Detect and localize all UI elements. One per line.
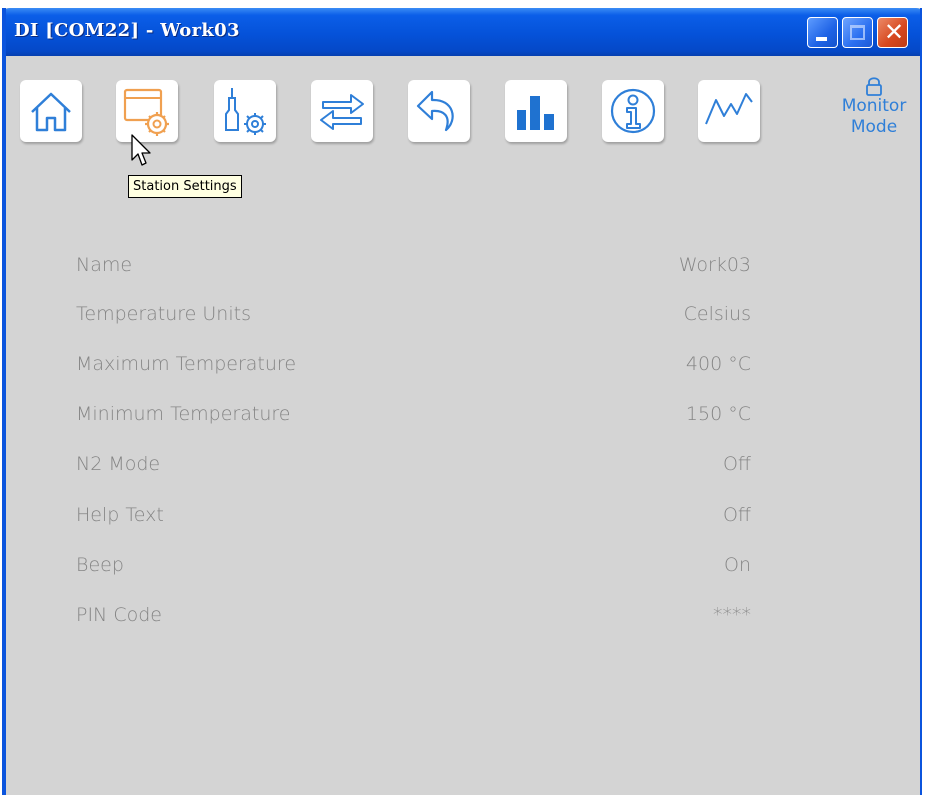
graph-button[interactable]: [698, 80, 760, 142]
setting-row-temperature-units[interactable]: Temperature Units Celsius: [76, 303, 751, 333]
statistics-icon: [517, 96, 554, 130]
setting-label: Help Text: [76, 504, 164, 526]
transfer-icon: [320, 94, 364, 130]
setting-row-beep[interactable]: Beep On: [76, 554, 751, 584]
tool-settings-icon: [225, 88, 266, 135]
station-settings-button[interactable]: [116, 80, 178, 142]
setting-row-pin-code[interactable]: PIN Code ****: [76, 604, 751, 634]
monitor-mode-line2: Mode: [850, 117, 898, 137]
setting-row-name[interactable]: Name Work03: [76, 254, 751, 284]
maximize-button[interactable]: [842, 17, 873, 48]
setting-label: Temperature Units: [76, 303, 251, 325]
setting-row-n2-mode[interactable]: N2 Mode Off: [76, 453, 751, 483]
setting-value: Celsius: [683, 303, 751, 325]
mouse-cursor-icon: [131, 134, 151, 166]
transfer-button[interactable]: [311, 80, 373, 142]
station-settings-icon: [123, 88, 169, 136]
info-button[interactable]: [602, 80, 664, 142]
setting-label: Beep: [76, 554, 124, 576]
setting-row-minimum-temperature[interactable]: Minimum Temperature 150 °C: [76, 403, 751, 433]
title-bar[interactable]: DI [COM22] - Work03 ✕: [6, 8, 920, 56]
info-icon: [610, 88, 656, 134]
setting-label: Maximum Temperature: [76, 353, 297, 375]
statistics-button[interactable]: [505, 80, 567, 142]
minimize-icon: [816, 37, 827, 41]
setting-row-maximum-temperature[interactable]: Maximum Temperature 400 °C: [76, 353, 751, 383]
setting-label: N2 Mode: [76, 453, 161, 475]
lock-icon: [866, 77, 882, 96]
setting-value: Work03: [678, 254, 751, 276]
tooltip: Station Settings: [128, 175, 242, 198]
setting-value: Off: [722, 504, 751, 526]
close-button[interactable]: ✕: [877, 17, 908, 48]
window-title: DI [COM22] - Work03: [14, 20, 240, 41]
setting-row-help-text[interactable]: Help Text Off: [76, 504, 751, 534]
graph-icon: [705, 93, 753, 125]
tool-settings-button[interactable]: [214, 80, 276, 142]
monitor-mode-line1: Monitor: [841, 96, 907, 116]
home-icon: [31, 92, 71, 132]
setting-value: Off: [722, 453, 751, 475]
home-button[interactable]: [20, 80, 82, 142]
setting-value: ****: [713, 604, 751, 626]
setting-value: 400 °C: [685, 353, 751, 375]
monitor-mode-button[interactable]: Monitor Mode: [826, 76, 920, 138]
maximize-icon: [850, 25, 865, 40]
minimize-button[interactable]: [807, 17, 838, 48]
undo-icon: [416, 90, 454, 132]
setting-label: Name: [76, 254, 133, 276]
undo-button[interactable]: [408, 80, 470, 142]
setting-value: 150 °C: [685, 403, 751, 425]
setting-label: PIN Code: [76, 604, 162, 626]
setting-label: Minimum Temperature: [76, 403, 291, 425]
setting-value: On: [724, 554, 751, 576]
close-icon: ✕: [883, 18, 905, 46]
app-window: DI [COM22] - Work03 ✕ Monitor Mode Name …: [2, 8, 922, 795]
